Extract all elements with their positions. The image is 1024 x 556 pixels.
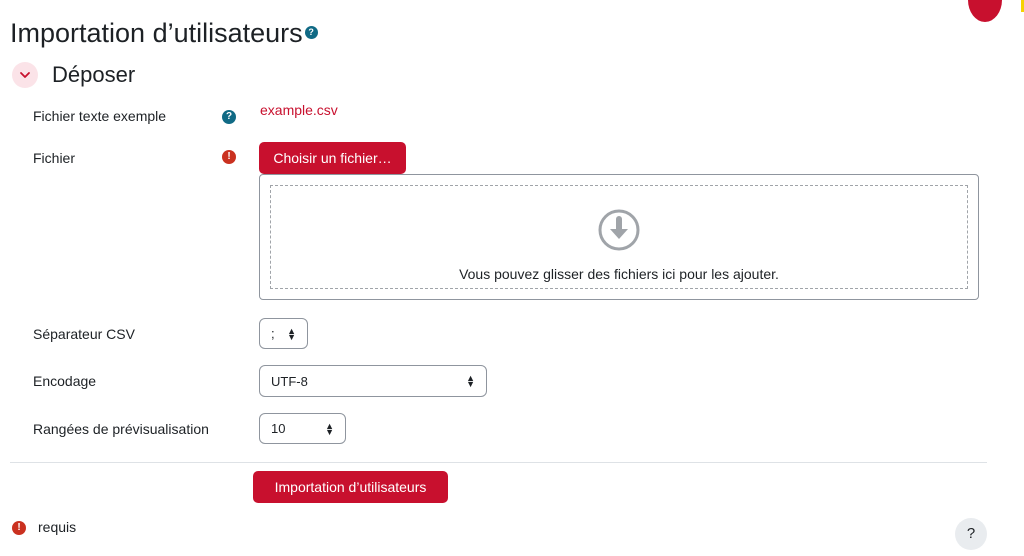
section-title: Déposer [52,62,136,87]
example-file-link[interactable]: example.csv [260,102,338,118]
encoding-value: UTF-8 [271,373,308,389]
file-label: Fichier [33,150,76,166]
section-header: Déposer [12,62,135,88]
page-title: Importation d’utilisateurs? [10,18,318,49]
csv-separator-value: ; [271,326,275,341]
file-picker: Vous pouvez glisser des fichiers ici pou… [259,174,979,300]
select-caret-icon: ▲ ▼ [466,373,475,389]
encoding-label: Encodage [33,373,97,389]
import-users-button[interactable]: Importation d’utilisateurs [253,471,448,503]
collapse-toggle[interactable] [12,62,38,88]
dropzone-text: Vous pouvez glisser des fichiers ici pou… [459,266,779,282]
choose-file-button[interactable]: Choisir un fichier… [259,142,406,174]
form-divider [10,462,987,463]
question-icon[interactable]: ? [304,26,318,40]
page-title-text: Importation d’utilisateurs [10,18,303,48]
corner-decoration [968,0,1002,22]
chevron-down-icon [20,72,30,78]
csv-separator-label: Séparateur CSV [33,326,135,342]
select-caret-icon: ▲ ▼ [325,420,334,437]
preview-rows-value: 10 [271,421,286,436]
preview-rows-label: Rangées de prévisualisation [33,421,209,437]
file-dropzone[interactable]: Vous pouvez glisser des fichiers ici pou… [270,185,968,289]
encoding-select[interactable]: UTF-8 ▲ ▼ [259,365,487,397]
preview-rows-select[interactable]: 10 ▲ ▼ [259,413,346,444]
arrow-down-circle-icon [598,209,640,251]
select-caret-icon: ▲ ▼ [287,325,296,342]
exclamation-icon: ! [222,150,236,164]
example-file-label: Fichier texte exemple [33,108,167,124]
required-legend: requis [38,519,77,535]
csv-separator-select[interactable]: ; ▲ ▼ [259,318,308,349]
exclamation-icon: ! [12,521,26,535]
question-icon[interactable]: ? [222,110,236,124]
help-button[interactable]: ? [955,518,987,550]
